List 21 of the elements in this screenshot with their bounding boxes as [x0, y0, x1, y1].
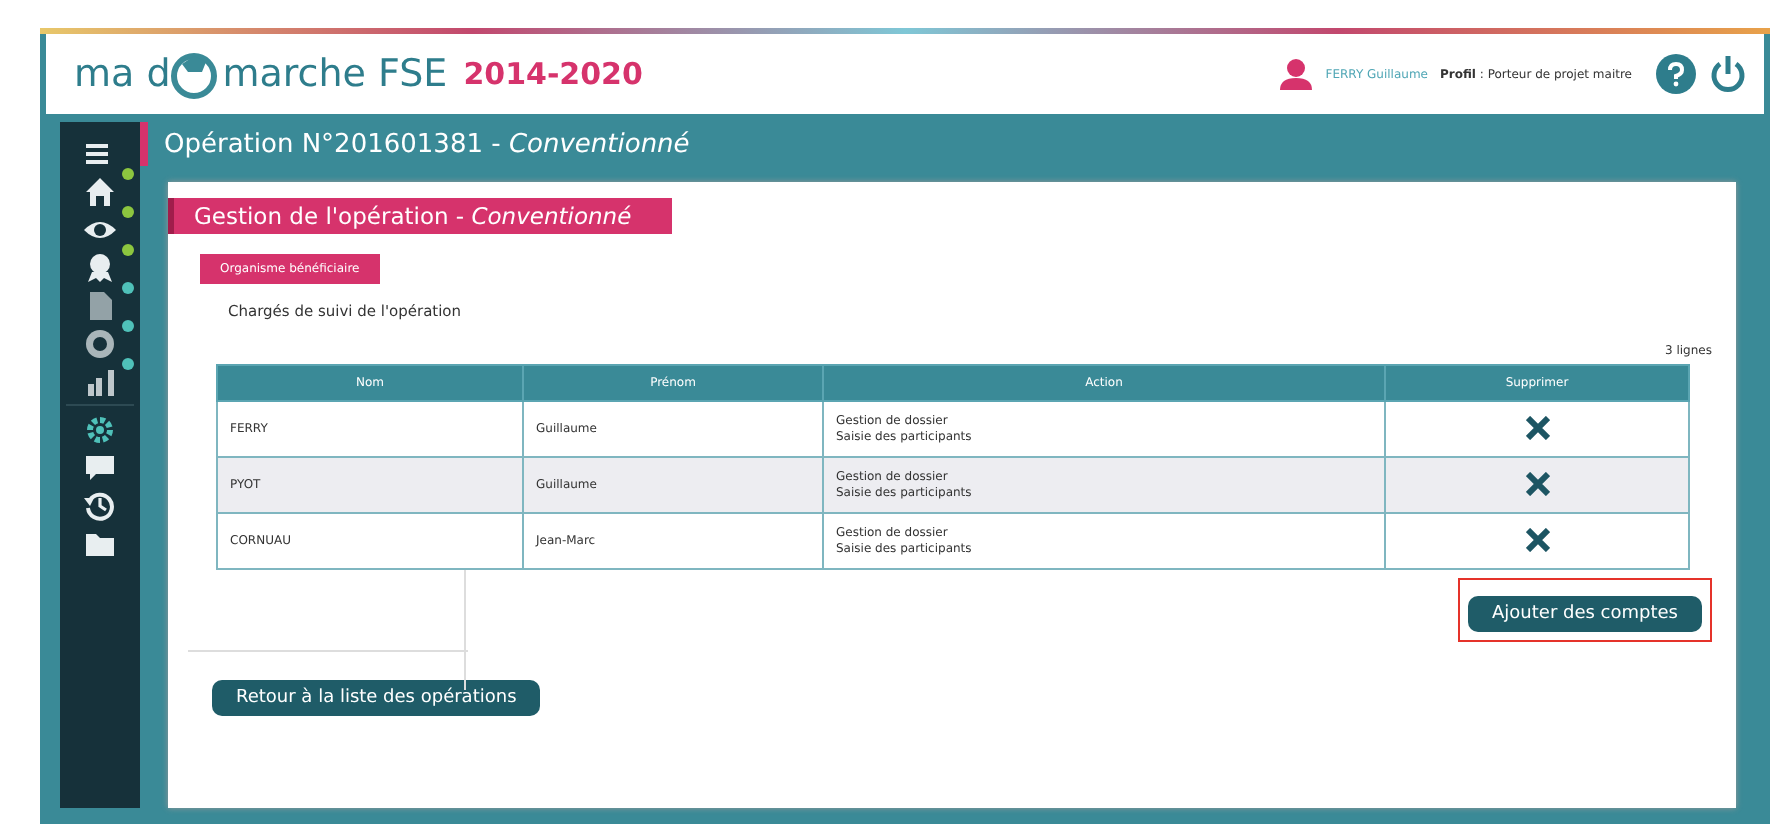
logo-text: marche FSE	[222, 52, 448, 96]
history-icon	[84, 489, 116, 521]
chart-icon	[84, 365, 116, 397]
logo-years: 2014-2020	[463, 56, 643, 92]
home-icon	[84, 175, 116, 207]
user-icon	[1277, 58, 1314, 90]
document-icon	[84, 289, 116, 321]
section-title: Gestion de l'opération - Conventionné	[168, 198, 672, 234]
chat-icon	[84, 451, 116, 483]
page-title: Opération N°201601381 - Conventionné	[164, 129, 690, 159]
award-icon	[84, 251, 116, 283]
delete-icon[interactable]	[1525, 527, 1549, 551]
power-icon[interactable]	[1708, 54, 1748, 94]
delete-icon[interactable]	[1525, 471, 1549, 495]
logo-text: ma d	[74, 52, 171, 96]
help-icon[interactable]	[1656, 54, 1696, 94]
gear-icon	[84, 413, 116, 445]
add-accounts-button[interactable]: Ajouter des comptes	[1468, 596, 1702, 632]
target-icon	[84, 327, 116, 359]
delete-icon[interactable]	[1525, 415, 1549, 439]
back-button[interactable]: Retour à la liste des opérations	[212, 680, 541, 716]
